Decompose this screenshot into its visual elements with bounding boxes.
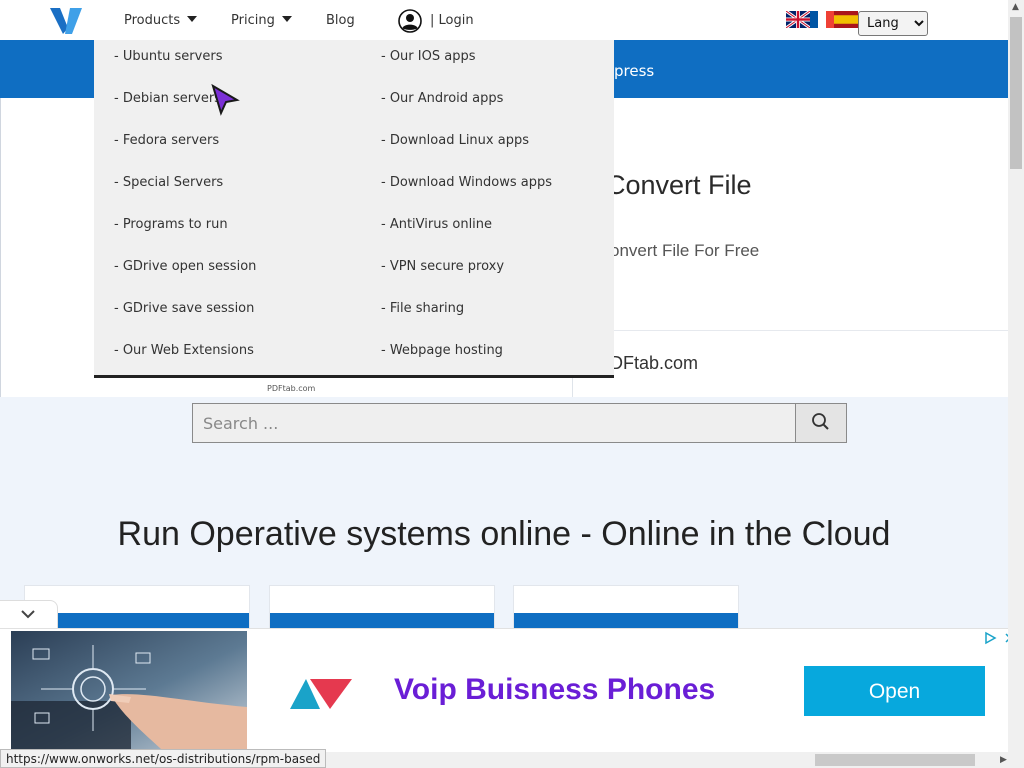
menu-item-vpn-proxy[interactable]: - VPN secure proxy <box>381 259 504 274</box>
nav-pricing-label: Pricing <box>231 13 275 28</box>
language-select[interactable]: Lang <box>858 11 928 36</box>
hero-title: Convert File <box>606 170 752 200</box>
ad-brand-logo <box>290 679 352 709</box>
login-link[interactable]: | Login <box>430 13 474 28</box>
user-icon[interactable] <box>398 9 422 33</box>
menu-item-windows-apps[interactable]: - Download Windows apps <box>381 175 552 190</box>
ad-headline[interactable]: Voip Buisness Phones <box>394 673 715 707</box>
uk-flag-icon[interactable] <box>786 11 810 28</box>
advertisement-banner[interactable]: Voip Buisness Phones Open <box>0 628 1024 757</box>
nav-pricing[interactable]: Pricing <box>231 13 292 28</box>
top-navigation: Products Pricing Blog | Login Lang <box>0 0 1008 40</box>
menu-item-antivirus[interactable]: - AntiVirus online <box>381 217 492 232</box>
nav-products-label: Products <box>124 13 181 28</box>
menu-item-webpage-hosting[interactable]: - Webpage hosting <box>381 343 503 358</box>
france-flag-icon[interactable] <box>810 11 834 28</box>
products-dropdown-menu: - Ubuntu servers - Debian servers - Fedo… <box>94 40 614 378</box>
nav-blog[interactable]: Blog <box>326 13 355 28</box>
menu-item-web-extensions[interactable]: - Our Web Extensions <box>114 343 254 358</box>
nav-products[interactable]: Products <box>124 13 198 28</box>
chevron-down-icon <box>281 16 292 22</box>
menu-item-programs-to-run[interactable]: - Programs to run <box>114 217 228 232</box>
scroll-up-arrow-icon[interactable]: ▲ <box>1012 2 1019 12</box>
menu-item-gdrive-save[interactable]: - GDrive save session <box>114 301 254 316</box>
site-logo[interactable] <box>50 6 82 36</box>
scroll-right-arrow-icon[interactable]: ▶ <box>1000 755 1007 765</box>
os-card[interactable] <box>513 585 739 631</box>
link-status-bar: https://www.onworks.net/os-distributions… <box>0 749 327 768</box>
menu-item-file-sharing[interactable]: - File sharing <box>381 301 464 316</box>
spain-flag-icon[interactable] <box>834 11 858 28</box>
menu-item-special-servers[interactable]: - Special Servers <box>114 175 223 190</box>
hero-site-name[interactable]: DFtab.com <box>610 353 698 374</box>
menu-item-gdrive-open[interactable]: - GDrive open session <box>114 259 256 274</box>
nav-blog-label: Blog <box>326 13 355 28</box>
chevron-down-icon <box>21 610 35 619</box>
search-button[interactable] <box>795 404 846 442</box>
horizontal-scrollbar-thumb[interactable] <box>815 754 975 766</box>
hero-small-caption: PDFtab.com <box>267 384 316 393</box>
ad-image[interactable] <box>11 631 247 749</box>
menu-item-debian-servers[interactable]: - Debian servers <box>114 91 221 106</box>
chevron-down-icon <box>187 16 198 22</box>
os-card[interactable] <box>269 585 495 631</box>
menu-item-linux-apps[interactable]: - Download Linux apps <box>381 133 529 148</box>
menu-item-ubuntu-servers[interactable]: - Ubuntu servers <box>114 49 222 64</box>
section-title: Run Operative systems online - Online in… <box>117 515 891 553</box>
search-icon <box>812 413 829 430</box>
mouse-pointer-icon <box>211 84 240 116</box>
ad-collapse-toggle[interactable] <box>0 600 58 629</box>
ad-open-button[interactable]: Open <box>804 666 985 716</box>
vertical-scrollbar-thumb[interactable] <box>1010 17 1022 169</box>
menu-item-fedora-servers[interactable]: - Fedora servers <box>114 133 219 148</box>
search-input[interactable] <box>193 404 797 442</box>
header-band-text: press <box>614 62 655 80</box>
search-bar <box>192 403 847 443</box>
hero-separator <box>573 330 1008 331</box>
menu-item-ios-apps[interactable]: - Our IOS apps <box>381 49 475 64</box>
menu-item-android-apps[interactable]: - Our Android apps <box>381 91 503 106</box>
hero-subtitle: onvert File For Free <box>610 241 760 260</box>
